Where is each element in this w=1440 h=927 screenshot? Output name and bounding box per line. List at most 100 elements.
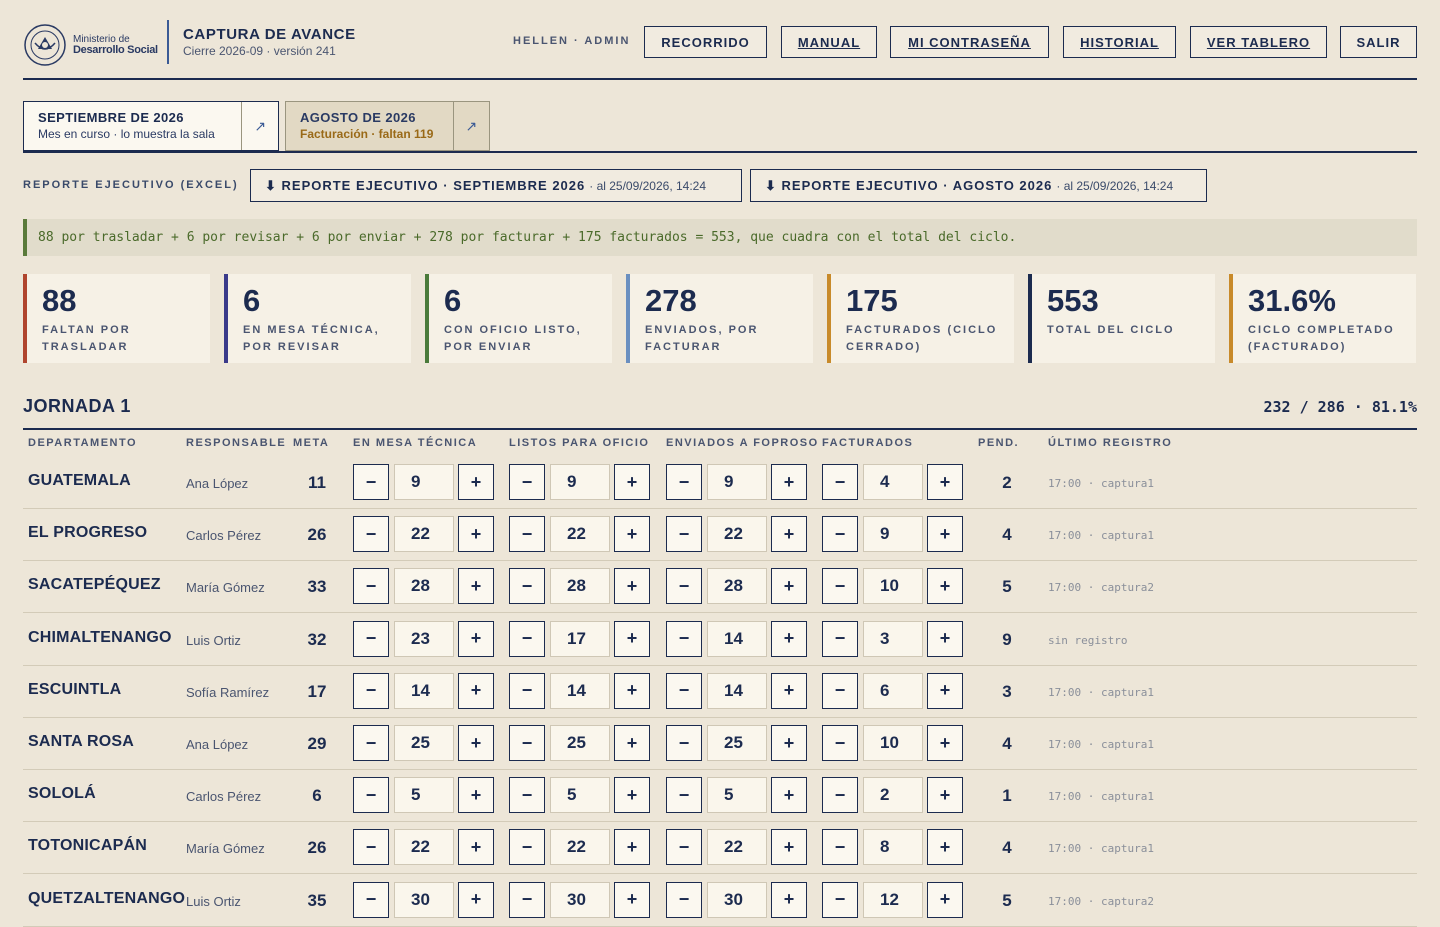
increment-button[interactable]: + (614, 829, 650, 866)
listos-oficio-value-input[interactable]: 5 (550, 777, 610, 814)
decrement-button[interactable]: − (666, 777, 702, 814)
enviados-foproso-value-input[interactable]: 28 (707, 568, 767, 605)
listos-oficio-value-input[interactable]: 22 (550, 516, 610, 553)
increment-button[interactable]: + (614, 672, 650, 709)
increment-button[interactable]: + (614, 777, 650, 814)
increment-button[interactable]: + (458, 516, 494, 553)
nav-historial-button[interactable]: HISTORIAL (1063, 26, 1176, 58)
decrement-button[interactable]: − (509, 777, 545, 814)
increment-button[interactable]: + (771, 464, 807, 500)
decrement-button[interactable]: − (666, 725, 702, 761)
listos-oficio-value-input[interactable]: 22 (550, 829, 610, 866)
decrement-button[interactable]: − (509, 620, 545, 657)
decrement-button[interactable]: − (822, 464, 858, 500)
listos-oficio-value-input[interactable]: 28 (550, 568, 610, 605)
decrement-button[interactable]: − (509, 725, 545, 761)
mesa-tecnica-value-input[interactable]: 28 (394, 568, 454, 605)
nav-manual-button[interactable]: MANUAL (781, 26, 877, 58)
decrement-button[interactable]: − (509, 464, 545, 500)
decrement-button[interactable]: − (822, 516, 858, 553)
increment-button[interactable]: + (927, 777, 963, 814)
decrement-button[interactable]: − (353, 516, 389, 553)
open-external-icon[interactable]: ↗ (241, 102, 278, 150)
increment-button[interactable]: + (927, 620, 963, 657)
increment-button[interactable]: + (927, 516, 963, 553)
decrement-button[interactable]: − (509, 829, 545, 866)
increment-button[interactable]: + (927, 829, 963, 866)
increment-button[interactable]: + (614, 516, 650, 553)
mesa-tecnica-value-input[interactable]: 9 (394, 464, 454, 500)
increment-button[interactable]: + (771, 516, 807, 553)
increment-button[interactable]: + (458, 829, 494, 866)
increment-button[interactable]: + (771, 777, 807, 814)
mesa-tecnica-value-input[interactable]: 22 (394, 829, 454, 866)
increment-button[interactable]: + (458, 725, 494, 761)
increment-button[interactable]: + (614, 568, 650, 605)
listos-oficio-value-input[interactable]: 25 (550, 725, 610, 761)
decrement-button[interactable]: − (822, 725, 858, 761)
increment-button[interactable]: + (771, 725, 807, 761)
nav-password-button[interactable]: MI CONTRASEÑA (890, 26, 1049, 58)
facturados-value-input[interactable]: 10 (863, 725, 923, 761)
decrement-button[interactable]: − (353, 725, 389, 761)
decrement-button[interactable]: − (666, 829, 702, 866)
enviados-foproso-value-input[interactable]: 25 (707, 725, 767, 761)
decrement-button[interactable]: − (822, 672, 858, 709)
increment-button[interactable]: + (458, 672, 494, 709)
enviados-foproso-value-input[interactable]: 22 (707, 829, 767, 866)
mesa-tecnica-value-input[interactable]: 25 (394, 725, 454, 761)
mesa-tecnica-value-input[interactable]: 22 (394, 516, 454, 553)
decrement-button[interactable]: − (353, 777, 389, 814)
decrement-button[interactable]: − (353, 620, 389, 657)
decrement-button[interactable]: − (822, 568, 858, 605)
enviados-foproso-value-input[interactable]: 9 (707, 464, 767, 500)
increment-button[interactable]: + (458, 568, 494, 605)
increment-button[interactable]: + (771, 672, 807, 709)
tab-septiembre[interactable]: SEPTIEMBRE DE 2026 Mes en curso · lo mue… (23, 101, 279, 151)
increment-button[interactable]: + (927, 568, 963, 605)
increment-button[interactable]: + (458, 464, 494, 500)
decrement-button[interactable]: − (509, 516, 545, 553)
decrement-button[interactable]: − (666, 464, 702, 500)
facturados-value-input[interactable]: 2 (863, 777, 923, 814)
open-external-icon[interactable]: ↗ (452, 102, 489, 150)
nav-recorrido-button[interactable]: RECORRIDO (644, 26, 767, 58)
report-septiembre-button[interactable]: ⬇ REPORTE EJECUTIVO · SEPTIEMBRE 2026 · … (250, 169, 742, 202)
decrement-button[interactable]: − (353, 672, 389, 709)
increment-button[interactable]: + (614, 620, 650, 657)
enviados-foproso-value-input[interactable]: 5 (707, 777, 767, 814)
nav-tablero-button[interactable]: VER TABLERO (1190, 26, 1327, 58)
decrement-button[interactable]: − (822, 829, 858, 866)
enviados-foproso-value-input[interactable]: 14 (707, 620, 767, 657)
listos-oficio-value-input[interactable]: 14 (550, 672, 610, 709)
mesa-tecnica-value-input[interactable]: 5 (394, 777, 454, 814)
increment-button[interactable]: + (614, 464, 650, 500)
decrement-button[interactable]: − (666, 620, 702, 657)
increment-button[interactable]: + (927, 725, 963, 761)
mesa-tecnica-value-input[interactable]: 14 (394, 672, 454, 709)
decrement-button[interactable]: − (666, 672, 702, 709)
facturados-value-input[interactable]: 8 (863, 829, 923, 866)
facturados-value-input[interactable]: 9 (863, 516, 923, 553)
increment-button[interactable]: + (927, 672, 963, 709)
increment-button[interactable]: + (927, 464, 963, 500)
tab-agosto[interactable]: AGOSTO DE 2026 Facturación · faltan 119 … (285, 101, 490, 151)
decrement-button[interactable]: − (509, 672, 545, 709)
decrement-button[interactable]: − (666, 516, 702, 553)
facturados-value-input[interactable]: 10 (863, 568, 923, 605)
decrement-button[interactable]: − (822, 777, 858, 814)
facturados-value-input[interactable]: 4 (863, 464, 923, 500)
increment-button[interactable]: + (771, 568, 807, 605)
increment-button[interactable]: + (771, 620, 807, 657)
report-agosto-button[interactable]: ⬇ REPORTE EJECUTIVO · AGOSTO 2026 · al 2… (750, 169, 1207, 202)
facturados-value-input[interactable]: 3 (863, 620, 923, 657)
listos-oficio-value-input[interactable]: 17 (550, 620, 610, 657)
decrement-button[interactable]: − (509, 568, 545, 605)
increment-button[interactable]: + (771, 829, 807, 866)
increment-button[interactable]: + (458, 777, 494, 814)
decrement-button[interactable]: − (353, 464, 389, 500)
decrement-button[interactable]: − (353, 568, 389, 605)
mesa-tecnica-value-input[interactable]: 23 (394, 620, 454, 657)
decrement-button[interactable]: − (353, 829, 389, 866)
decrement-button[interactable]: − (666, 568, 702, 605)
